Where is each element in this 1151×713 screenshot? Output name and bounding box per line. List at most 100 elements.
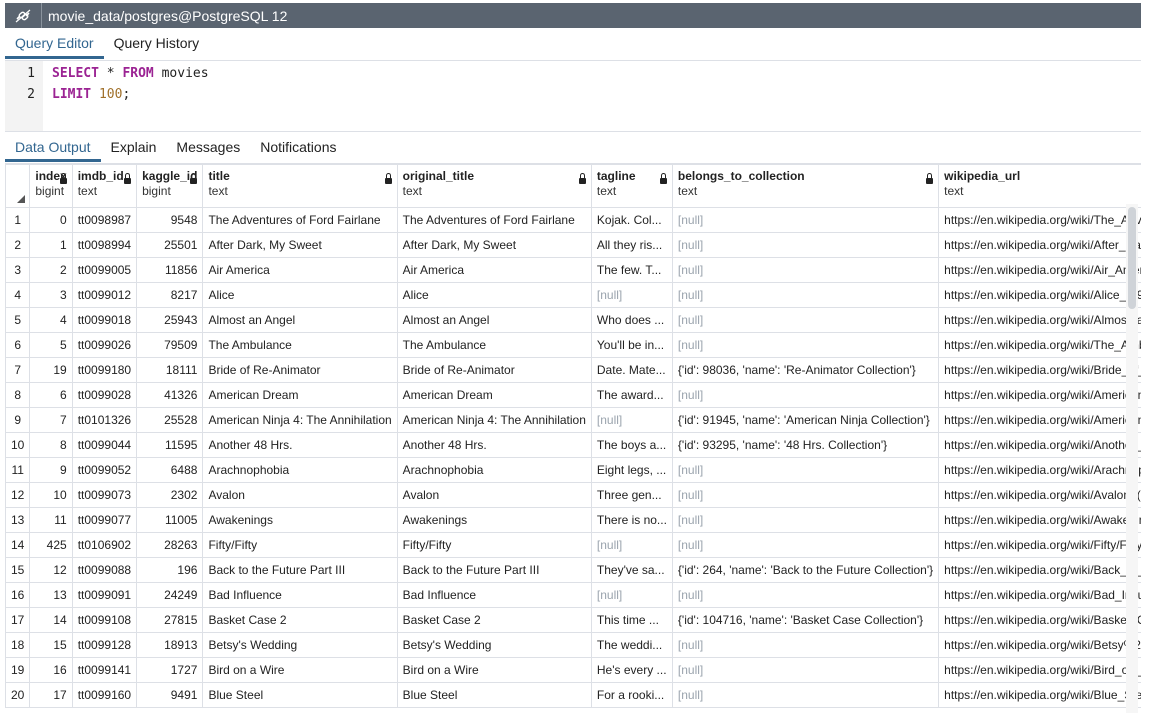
- row-number[interactable]: 2: [5, 232, 31, 258]
- cell-wikipedia-url[interactable]: https://en.wikipedia.org/wiki/Back_to_th…: [938, 557, 1141, 583]
- cell-kaggle-id[interactable]: 79509: [136, 332, 204, 358]
- cell-imdb-id[interactable]: tt0099091: [71, 582, 138, 608]
- code-line[interactable]: LIMIT 100;: [52, 84, 130, 105]
- cell-belongs-to-collection[interactable]: [null]: [671, 282, 940, 308]
- cell-tagline[interactable]: For a rooki...: [590, 682, 673, 708]
- cell-kaggle-id[interactable]: 8217: [136, 282, 204, 308]
- row-number[interactable]: 18: [5, 632, 31, 658]
- cell-title[interactable]: Basket Case 2: [202, 607, 398, 633]
- cell-original-title[interactable]: Awakenings: [396, 507, 592, 533]
- table-row[interactable]: 7 19 tt0099180 18111 Bride of Re-Animator Bri…: [5, 357, 1141, 383]
- column-header-index[interactable]: index bigint: [29, 164, 73, 208]
- cell-kaggle-id[interactable]: 28263: [136, 532, 204, 558]
- cell-tagline[interactable]: The award...: [590, 382, 673, 408]
- table-row[interactable]: 2 1 tt0098994 25501 After Dark, My Sweet Afte…: [5, 232, 1141, 258]
- row-number[interactable]: 17: [5, 607, 31, 633]
- cell-wikipedia-url[interactable]: https://en.wikipedia.org/wiki/Betsy%27s_…: [938, 632, 1141, 658]
- cell-original-title[interactable]: Blue Steel: [396, 682, 592, 708]
- row-number[interactable]: 6: [5, 332, 31, 358]
- cell-wikipedia-url[interactable]: https://en.wikipedia.org/wiki/Fifty/Fift…: [938, 532, 1141, 558]
- cell-original-title[interactable]: American Ninja 4: The Annihilation: [396, 407, 592, 433]
- cell-wikipedia-url[interactable]: https://en.wikipedia.org/wiki/The_Advent…: [938, 207, 1141, 233]
- cell-tagline[interactable]: Eight legs, ...: [590, 457, 673, 483]
- cell-belongs-to-collection[interactable]: [null]: [671, 582, 940, 608]
- table-row[interactable]: 14 425 tt0106902 28263 Fifty/Fifty Fifty/Fift…: [5, 532, 1141, 558]
- cell-index[interactable]: 6: [29, 382, 73, 408]
- cell-title[interactable]: Back to the Future Part III: [202, 557, 398, 583]
- cell-original-title[interactable]: Alice: [396, 282, 592, 308]
- row-number[interactable]: 13: [5, 507, 31, 533]
- cell-imdb-id[interactable]: tt0099026: [71, 332, 138, 358]
- cell-tagline[interactable]: You'll be in...: [590, 332, 673, 358]
- table-row[interactable]: 10 8 tt0099044 11595 Another 48 Hrs. Another …: [5, 432, 1141, 458]
- cell-tagline[interactable]: Who does ...: [590, 307, 673, 333]
- cell-title[interactable]: Arachnophobia: [202, 457, 398, 483]
- table-row[interactable]: 15 12 tt0099088 196 Back to the Future Part …: [5, 557, 1141, 583]
- cell-kaggle-id[interactable]: 6488: [136, 457, 204, 483]
- table-row[interactable]: 16 13 tt0099091 24249 Bad Influence Bad Influ…: [5, 582, 1141, 608]
- cell-index[interactable]: 425: [29, 532, 73, 558]
- cell-index[interactable]: 5: [29, 332, 73, 358]
- cell-index[interactable]: 14: [29, 607, 73, 633]
- cell-index[interactable]: 16: [29, 657, 73, 683]
- table-row[interactable]: 18 15 tt0099128 18913 Betsy's Wedding Betsy's…: [5, 632, 1141, 658]
- cell-wikipedia-url[interactable]: https://en.wikipedia.org/wiki/The_Ambula…: [938, 332, 1141, 358]
- cell-title[interactable]: Blue Steel: [202, 682, 398, 708]
- cell-imdb-id[interactable]: tt0099052: [71, 457, 138, 483]
- cell-imdb-id[interactable]: tt0099028: [71, 382, 138, 408]
- cell-kaggle-id[interactable]: 11595: [136, 432, 204, 458]
- row-number[interactable]: 5: [5, 307, 31, 333]
- sql-editor[interactable]: 1 SELECT * FROM movies 2 LIMIT 100;: [5, 61, 1141, 132]
- cell-tagline[interactable]: There is no...: [590, 507, 673, 533]
- row-number[interactable]: 7: [5, 357, 31, 383]
- tab-notifications[interactable]: Notifications: [250, 132, 346, 162]
- cell-kaggle-id[interactable]: 27815: [136, 607, 204, 633]
- column-header-belongs-to-collection[interactable]: belongs_to_collection text: [671, 164, 940, 208]
- cell-belongs-to-collection[interactable]: [null]: [671, 207, 940, 233]
- cell-title[interactable]: The Ambulance: [202, 332, 398, 358]
- cell-title[interactable]: Bride of Re-Animator: [202, 357, 398, 383]
- column-header-tagline[interactable]: tagline text: [590, 164, 673, 208]
- cell-kaggle-id[interactable]: 11856: [136, 257, 204, 283]
- cell-original-title[interactable]: Air America: [396, 257, 592, 283]
- cell-kaggle-id[interactable]: 9548: [136, 207, 204, 233]
- cell-imdb-id[interactable]: tt0099108: [71, 607, 138, 633]
- tab-messages[interactable]: Messages: [166, 132, 250, 162]
- cell-tagline[interactable]: [null]: [590, 282, 673, 308]
- cell-wikipedia-url[interactable]: https://en.wikipedia.org/wiki/Avalon_(19…: [938, 482, 1141, 508]
- cell-imdb-id[interactable]: tt0099128: [71, 632, 138, 658]
- cell-wikipedia-url[interactable]: https://en.wikipedia.org/wiki/American_N…: [938, 407, 1141, 433]
- table-row[interactable]: 11 9 tt0099052 6488 Arachnophobia Arachnophob…: [5, 457, 1141, 483]
- row-number[interactable]: 9: [5, 407, 31, 433]
- cell-index[interactable]: 3: [29, 282, 73, 308]
- cell-original-title[interactable]: The Adventures of Ford Fairlane: [396, 207, 592, 233]
- cell-original-title[interactable]: Arachnophobia: [396, 457, 592, 483]
- cell-belongs-to-collection[interactable]: [null]: [671, 507, 940, 533]
- cell-index[interactable]: 8: [29, 432, 73, 458]
- cell-wikipedia-url[interactable]: https://en.wikipedia.org/wiki/Awakenings: [938, 507, 1141, 533]
- cell-original-title[interactable]: Avalon: [396, 482, 592, 508]
- cell-title[interactable]: Bird on a Wire: [202, 657, 398, 683]
- cell-wikipedia-url[interactable]: https://en.wikipedia.org/wiki/Another_48…: [938, 432, 1141, 458]
- cell-index[interactable]: 4: [29, 307, 73, 333]
- cell-original-title[interactable]: Bad Influence: [396, 582, 592, 608]
- cell-imdb-id[interactable]: tt0099012: [71, 282, 138, 308]
- row-number[interactable]: 11: [5, 457, 31, 483]
- cell-index[interactable]: 7: [29, 407, 73, 433]
- cell-title[interactable]: The Adventures of Ford Fairlane: [202, 207, 398, 233]
- cell-tagline[interactable]: This time ...: [590, 607, 673, 633]
- cell-title[interactable]: Alice: [202, 282, 398, 308]
- cell-original-title[interactable]: Betsy's Wedding: [396, 632, 592, 658]
- table-row[interactable]: 19 16 tt0099141 1727 Bird on a Wire Bird on a…: [5, 657, 1141, 683]
- cell-belongs-to-collection[interactable]: [null]: [671, 482, 940, 508]
- cell-wikipedia-url[interactable]: https://en.wikipedia.org/wiki/Bride_of_R…: [938, 357, 1141, 383]
- cell-title[interactable]: Awakenings: [202, 507, 398, 533]
- cell-original-title[interactable]: Almost an Angel: [396, 307, 592, 333]
- cell-index[interactable]: 2: [29, 257, 73, 283]
- cell-title[interactable]: After Dark, My Sweet: [202, 232, 398, 258]
- cell-kaggle-id[interactable]: 11005: [136, 507, 204, 533]
- cell-title[interactable]: Another 48 Hrs.: [202, 432, 398, 458]
- cell-index[interactable]: 0: [29, 207, 73, 233]
- cell-wikipedia-url[interactable]: https://en.wikipedia.org/wiki/Bad_Influe…: [938, 582, 1141, 608]
- cell-imdb-id[interactable]: tt0099044: [71, 432, 138, 458]
